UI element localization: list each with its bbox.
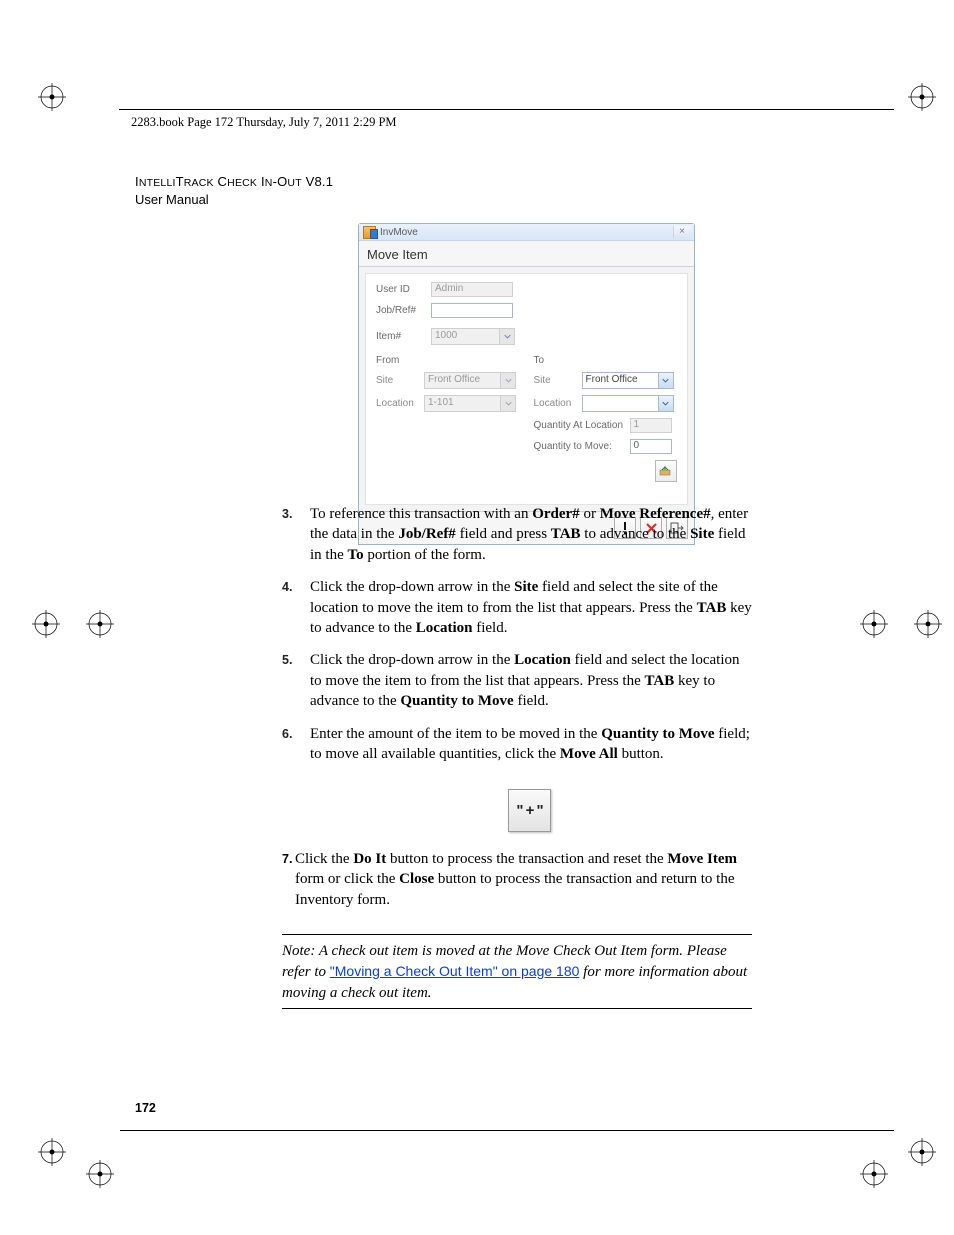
move-all-button[interactable] xyxy=(655,460,677,482)
move-all-icon xyxy=(659,465,673,477)
cross-reference-link[interactable]: "Moving a Check Out Item" on page 180 xyxy=(330,963,580,979)
move-item-window: InvMove × Move Item User ID Admin Job/Re… xyxy=(358,223,695,545)
label-item: Item# xyxy=(376,331,431,342)
page-header-text: 2283.book Page 172 Thursday, July 7, 201… xyxy=(131,115,397,130)
chevron-down-icon xyxy=(499,329,514,344)
chevron-down-icon xyxy=(500,396,515,411)
cropmark-icon xyxy=(914,610,942,638)
label-qty-at-location: Quantity At Location xyxy=(534,420,630,431)
label-to-location: Location xyxy=(534,398,582,409)
footer-rule xyxy=(120,1130,894,1131)
form-panel: User ID Admin Job/Ref# Item# 1000 From S… xyxy=(365,273,688,505)
step-3: 3. To reference this transaction with an… xyxy=(282,504,752,565)
app-icon xyxy=(363,226,376,239)
page-number: 172 xyxy=(135,1101,156,1115)
from-site-combo: Front Office xyxy=(424,372,516,389)
label-jobref: Job/Ref# xyxy=(376,305,431,316)
doc-title: INTELLITRACK CHECK IN-OUT V8.1 User Manu… xyxy=(135,173,333,208)
chevron-down-icon[interactable] xyxy=(658,373,673,388)
cropmark-icon xyxy=(908,83,936,111)
chevron-down-icon xyxy=(500,373,515,388)
note-block: Note: A check out item is moved at the M… xyxy=(282,934,752,1009)
cropmark-icon xyxy=(86,610,114,638)
chevron-down-icon[interactable] xyxy=(658,396,673,411)
label-to: To xyxy=(534,355,678,366)
qty-at-location-field: 1 xyxy=(630,418,672,433)
userid-field: Admin xyxy=(431,282,513,297)
cropmark-icon xyxy=(38,1138,66,1166)
from-location-combo: 1-101 xyxy=(424,395,516,412)
window-title: InvMove xyxy=(380,227,418,238)
label-to-site: Site xyxy=(534,375,582,386)
to-site-combo[interactable]: Front Office xyxy=(582,372,674,389)
label-from-location: Location xyxy=(376,398,424,409)
label-userid: User ID xyxy=(376,284,431,295)
cropmark-icon xyxy=(860,1160,888,1188)
cropmark-icon xyxy=(38,83,66,111)
move-all-button-large[interactable]: " + " xyxy=(508,789,551,832)
close-icon[interactable]: × xyxy=(673,226,690,238)
step-5: 5. Click the drop-down arrow in the Loca… xyxy=(282,650,752,711)
step-7: 7. Click the Do It button to process the… xyxy=(282,849,752,910)
label-from: From xyxy=(376,355,520,366)
form-title: Move Item xyxy=(359,241,694,267)
step-4: 4. Click the drop-down arrow in the Site… xyxy=(282,577,752,638)
qty-to-move-field[interactable]: 0 xyxy=(630,439,672,454)
cropmark-icon xyxy=(860,610,888,638)
to-location-combo[interactable] xyxy=(582,395,674,412)
cropmark-icon xyxy=(86,1160,114,1188)
step-6: 6. Enter the amount of the item to be mo… xyxy=(282,724,752,765)
window-titlebar[interactable]: InvMove × xyxy=(359,224,694,241)
label-qty-to-move: Quantity to Move: xyxy=(534,441,630,452)
cropmark-icon xyxy=(908,1138,936,1166)
item-combo: 1000 xyxy=(431,328,515,345)
jobref-field[interactable] xyxy=(431,303,513,318)
to-panel: To Site Front Office Location xyxy=(534,355,678,488)
cropmark-icon xyxy=(32,610,60,638)
instruction-list: 3. To reference this transaction with an… xyxy=(282,504,752,776)
label-from-site: Site xyxy=(376,375,424,386)
from-panel: From Site Front Office Location 1-101 xyxy=(376,355,520,488)
header-rule xyxy=(119,109,894,110)
